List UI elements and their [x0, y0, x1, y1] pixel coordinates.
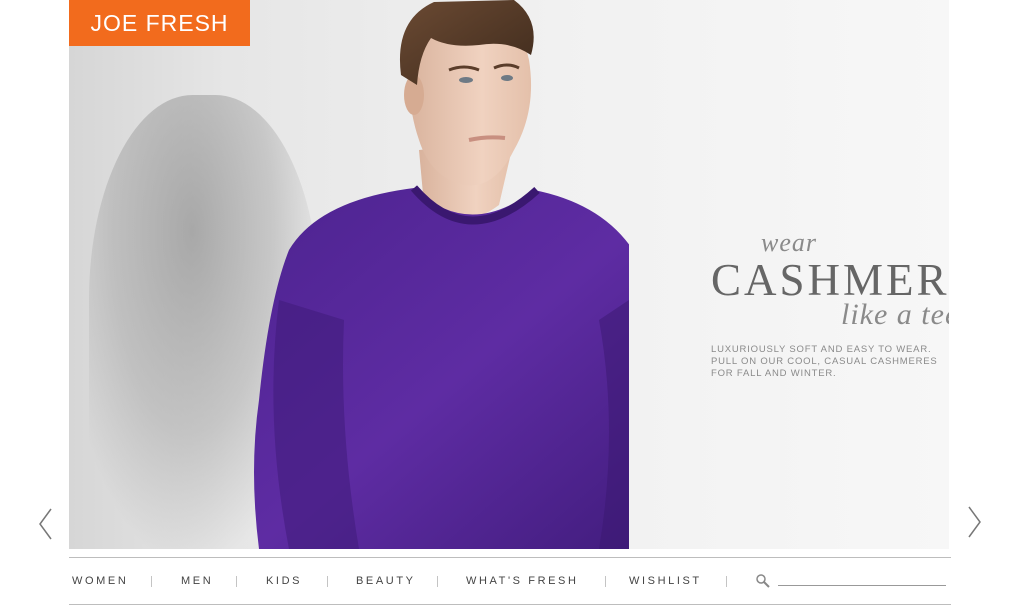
nav-separator — [726, 576, 727, 587]
search-icon[interactable] — [755, 573, 771, 589]
nav-separator — [151, 576, 152, 587]
nav-item-beauty[interactable]: BEAUTY — [356, 575, 416, 587]
model-image — [254, 0, 629, 549]
description-line: PULL ON OUR COOL, CASUAL CASHMERES — [711, 356, 938, 367]
description-line: LUXURIOUSLY SOFT AND EASY TO WEAR. — [711, 344, 932, 355]
nav-separator — [437, 576, 438, 587]
nav-item-women[interactable]: WOMEN — [72, 575, 128, 587]
headline-bottom: like a tee — [841, 298, 949, 331]
description-line: FOR FALL AND WINTER. — [711, 368, 837, 379]
nav-separator — [605, 576, 606, 587]
nav-item-men[interactable]: MEN — [181, 575, 213, 587]
nav-item-wishlist[interactable]: WISHLIST — [629, 575, 702, 587]
search-input[interactable] — [778, 571, 946, 586]
chevron-right-icon — [968, 506, 981, 538]
nav-item-kids[interactable]: KIDS — [266, 575, 302, 587]
nav-item-whats-fresh[interactable]: WHAT'S FRESH — [466, 575, 579, 587]
nav-separator — [327, 576, 328, 587]
chevron-left-icon — [39, 508, 52, 540]
hero-banner[interactable]: wear CASHMERE like a tee LUXURIOUSLY SOF… — [69, 0, 949, 549]
main-nav: WOMEN MEN KIDS BEAUTY WHAT'S FRESH WISHL… — [69, 557, 951, 605]
carousel-prev-button[interactable] — [36, 507, 54, 541]
joe-fresh-logo[interactable]: JOE FRESH — [69, 0, 250, 46]
hero-description: LUXURIOUSLY SOFT AND EASY TO WEAR. PULL … — [711, 344, 949, 380]
nav-separator — [236, 576, 237, 587]
carousel-next-button[interactable] — [966, 505, 984, 539]
